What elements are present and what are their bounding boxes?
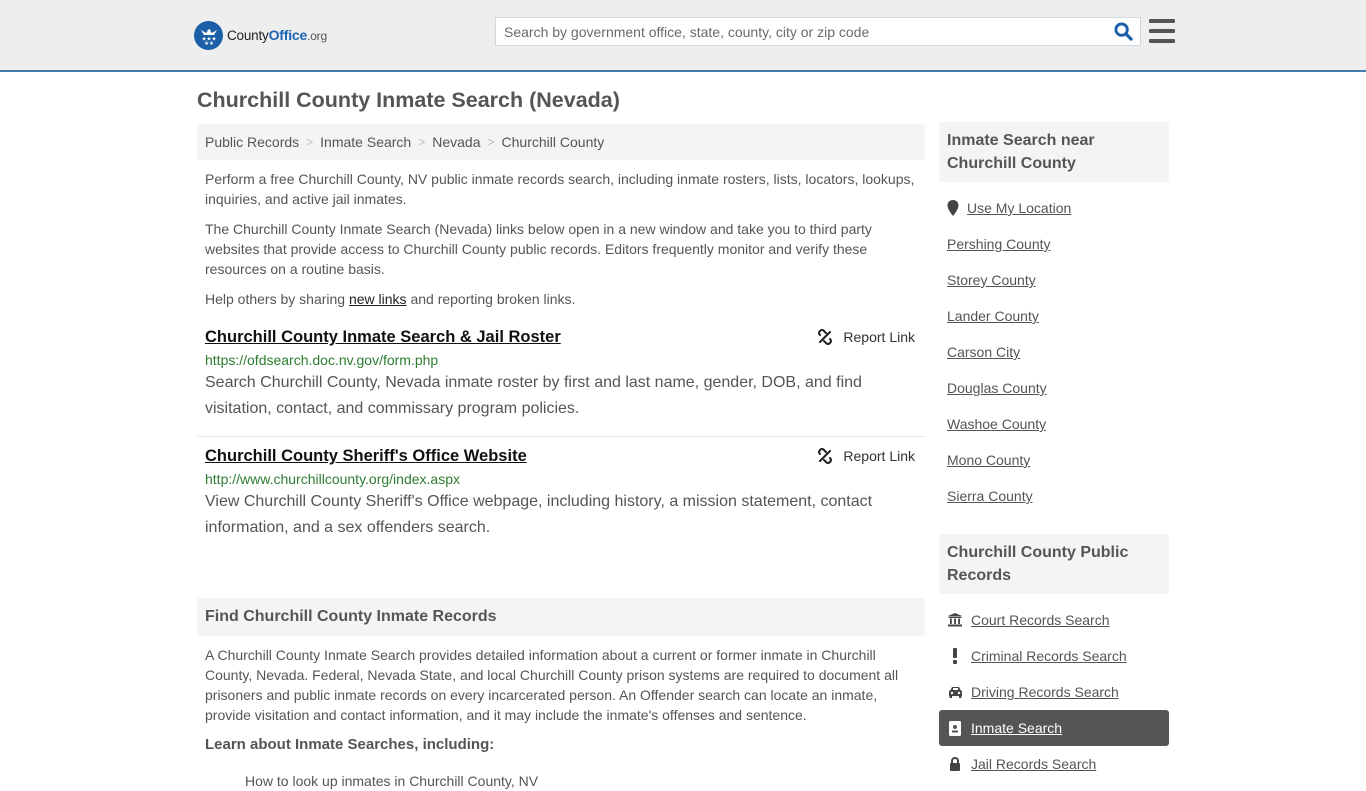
main-content: Public Records > Inmate Search > Nevada …: [197, 124, 925, 791]
nearby-heading: Inmate Search near Churchill County: [939, 122, 1169, 182]
driving-records-link[interactable]: Driving Records Search: [971, 684, 1119, 700]
search-box: [495, 17, 1141, 46]
records-item: Court Records Search: [947, 602, 1161, 638]
nearby-item: Mono County: [947, 442, 1161, 478]
report-link-button[interactable]: Report Link: [817, 327, 915, 347]
intro-text: and reporting broken links.: [406, 291, 576, 307]
search-input[interactable]: [496, 18, 1106, 45]
breadcrumb-inmate-search[interactable]: Inmate Search: [320, 134, 411, 150]
search-icon: [1113, 22, 1133, 41]
broken-link-icon: [818, 448, 833, 464]
hamburger-menu-icon[interactable]: [1149, 19, 1175, 43]
find-records-heading: Find Churchill County Inmate Records: [197, 598, 925, 636]
nearby-link-washoe[interactable]: Washoe County: [947, 416, 1046, 432]
intro-paragraph-3: Help others by sharing new links and rep…: [205, 289, 917, 309]
map-pin-icon: [947, 200, 959, 216]
report-link-label: Report Link: [843, 329, 915, 345]
exclamation-icon: [947, 648, 963, 664]
court-records-link[interactable]: Court Records Search: [971, 612, 1110, 628]
nearby-link-sierra[interactable]: Sierra County: [947, 488, 1033, 504]
nearby-item: Washoe County: [947, 406, 1161, 442]
breadcrumb-separator: >: [418, 135, 426, 149]
breadcrumb-public-records[interactable]: Public Records: [205, 134, 299, 150]
records-item-active: Inmate Search: [939, 710, 1169, 746]
nearby-item: Sierra County: [947, 478, 1161, 514]
id-badge-icon: [947, 720, 963, 736]
broken-link-icon: [818, 329, 833, 345]
nearby-item: Storey County: [947, 262, 1161, 298]
nearby-list: Use My Location Pershing County Storey C…: [939, 190, 1169, 514]
nearby-link-lander[interactable]: Lander County: [947, 308, 1039, 324]
page-title: Churchill County Inmate Search (Nevada): [197, 88, 620, 112]
learn-list-item: How to look up inmates in Churchill Coun…: [245, 773, 539, 789]
result-description: Search Churchill County, Nevada inmate r…: [205, 374, 862, 417]
report-link-button[interactable]: Report Link: [817, 446, 915, 466]
lock-icon: [947, 757, 963, 771]
intro-paragraph-2: The Churchill County Inmate Search (Neva…: [205, 221, 872, 277]
intro-text: Help others by sharing: [205, 291, 349, 307]
car-icon: [947, 686, 963, 698]
use-my-location-link[interactable]: Use My Location: [967, 200, 1071, 216]
inmate-search-link[interactable]: Inmate Search: [971, 720, 1062, 736]
find-records-paragraph: A Churchill County Inmate Search provide…: [205, 647, 899, 723]
records-item: Driving Records Search: [947, 674, 1161, 710]
breadcrumb-separator: >: [487, 135, 495, 149]
jail-records-link[interactable]: Jail Records Search: [971, 756, 1096, 772]
public-records-list: Court Records Search Criminal Records Se…: [939, 602, 1169, 782]
result-description: View Churchill County Sheriff's Office w…: [205, 493, 873, 536]
result-url: https://ofdsearch.doc.nv.gov/form.php: [205, 352, 439, 368]
intro-paragraph-1: Perform a free Churchill County, NV publ…: [205, 171, 915, 207]
nearby-item: Pershing County: [947, 226, 1161, 262]
result-url: http://www.churchillcounty.org/index.asp…: [205, 471, 460, 487]
site-header: ★★★ ★★ CountyOffice.org: [0, 0, 1366, 72]
courthouse-icon: [947, 613, 963, 627]
logo-text: CountyOffice.org: [227, 27, 327, 43]
nearby-link-mono[interactable]: Mono County: [947, 452, 1030, 468]
svg-text:★★: ★★: [204, 41, 214, 46]
use-location-item: Use My Location: [947, 190, 1161, 226]
result-title-link[interactable]: Churchill County Sheriff's Office Websit…: [205, 446, 527, 466]
intro: Perform a free Churchill County, NV publ…: [197, 169, 925, 309]
result-item: Churchill County Sheriff's Office Websit…: [197, 446, 925, 556]
nearby-item: Lander County: [947, 298, 1161, 334]
nearby-item: Carson City: [947, 334, 1161, 370]
records-item: Jail Records Search: [947, 746, 1161, 782]
report-link-label: Report Link: [843, 448, 915, 464]
sidebar: Inmate Search near Churchill County Use …: [939, 122, 1169, 782]
nearby-link-douglas[interactable]: Douglas County: [947, 380, 1047, 396]
public-records-heading: Churchill County Public Records: [939, 534, 1169, 594]
search-button[interactable]: [1106, 18, 1140, 45]
breadcrumb: Public Records > Inmate Search > Nevada …: [197, 124, 925, 160]
eagle-stars-badge-icon: ★★★ ★★: [194, 20, 223, 50]
breadcrumb-nevada[interactable]: Nevada: [432, 134, 480, 150]
criminal-records-link[interactable]: Criminal Records Search: [971, 648, 1127, 664]
breadcrumb-churchill-county[interactable]: Churchill County: [502, 134, 605, 150]
nearby-link-pershing[interactable]: Pershing County: [947, 236, 1051, 252]
site-logo[interactable]: ★★★ ★★ CountyOffice.org: [194, 20, 327, 50]
breadcrumb-separator: >: [306, 135, 314, 149]
result-title-link[interactable]: Churchill County Inmate Search & Jail Ro…: [205, 327, 561, 347]
find-records-body: A Churchill County Inmate Search provide…: [197, 645, 925, 791]
nearby-item: Douglas County: [947, 370, 1161, 406]
nearby-link-storey[interactable]: Storey County: [947, 272, 1036, 288]
learn-heading: Learn about Inmate Searches, including:: [205, 736, 495, 753]
result-item: Churchill County Inmate Search & Jail Ro…: [197, 327, 925, 437]
nearby-link-carson[interactable]: Carson City: [947, 344, 1020, 360]
new-links-link[interactable]: new links: [349, 291, 407, 307]
records-item: Criminal Records Search: [947, 638, 1161, 674]
